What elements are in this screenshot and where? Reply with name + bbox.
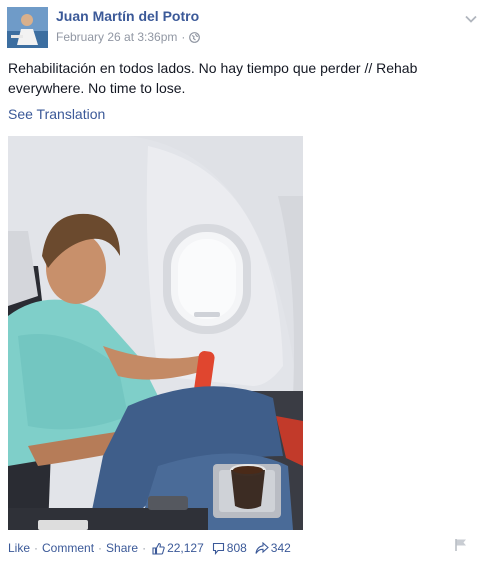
author-avatar[interactable]	[7, 7, 48, 48]
facebook-post: Juan Martín del Potro February 26 at 3:3…	[0, 0, 490, 565]
action-separator: ·	[98, 541, 103, 555]
likes-count[interactable]: 22,127	[152, 541, 204, 555]
like-link[interactable]: Like	[8, 541, 30, 555]
flag-icon[interactable]	[454, 538, 468, 552]
thumbs-up-icon	[152, 542, 165, 555]
post-meta: February 26 at 3:36pm ·	[56, 30, 201, 44]
likes-count-value: 22,127	[167, 541, 204, 555]
share-link[interactable]: Share	[106, 541, 138, 555]
meta-separator: ·	[181, 30, 186, 44]
post-photo[interactable]	[8, 136, 303, 530]
comment-bubble-icon	[212, 542, 224, 555]
shares-count-value: 342	[270, 541, 291, 555]
shares-count[interactable]: 342	[255, 541, 291, 555]
comments-count-value: 808	[226, 541, 247, 555]
action-separator: ·	[142, 541, 147, 555]
share-arrow-icon	[255, 541, 269, 554]
chevron-down-icon[interactable]	[464, 12, 478, 26]
action-separator: ·	[34, 541, 39, 555]
post-actions-bar: Like · Comment · Share · 22,127 808 342	[8, 538, 291, 558]
author-name-link[interactable]: Juan Martín del Potro	[56, 8, 199, 24]
comments-count[interactable]: 808	[212, 541, 247, 555]
globe-icon[interactable]	[189, 31, 201, 43]
post-text: Rehabilitación en todos lados. No hay ti…	[8, 60, 418, 96]
post-timestamp[interactable]: February 26 at 3:36pm	[56, 30, 177, 44]
see-translation-link[interactable]: See Translation	[8, 106, 105, 122]
comment-link[interactable]: Comment	[42, 541, 94, 555]
